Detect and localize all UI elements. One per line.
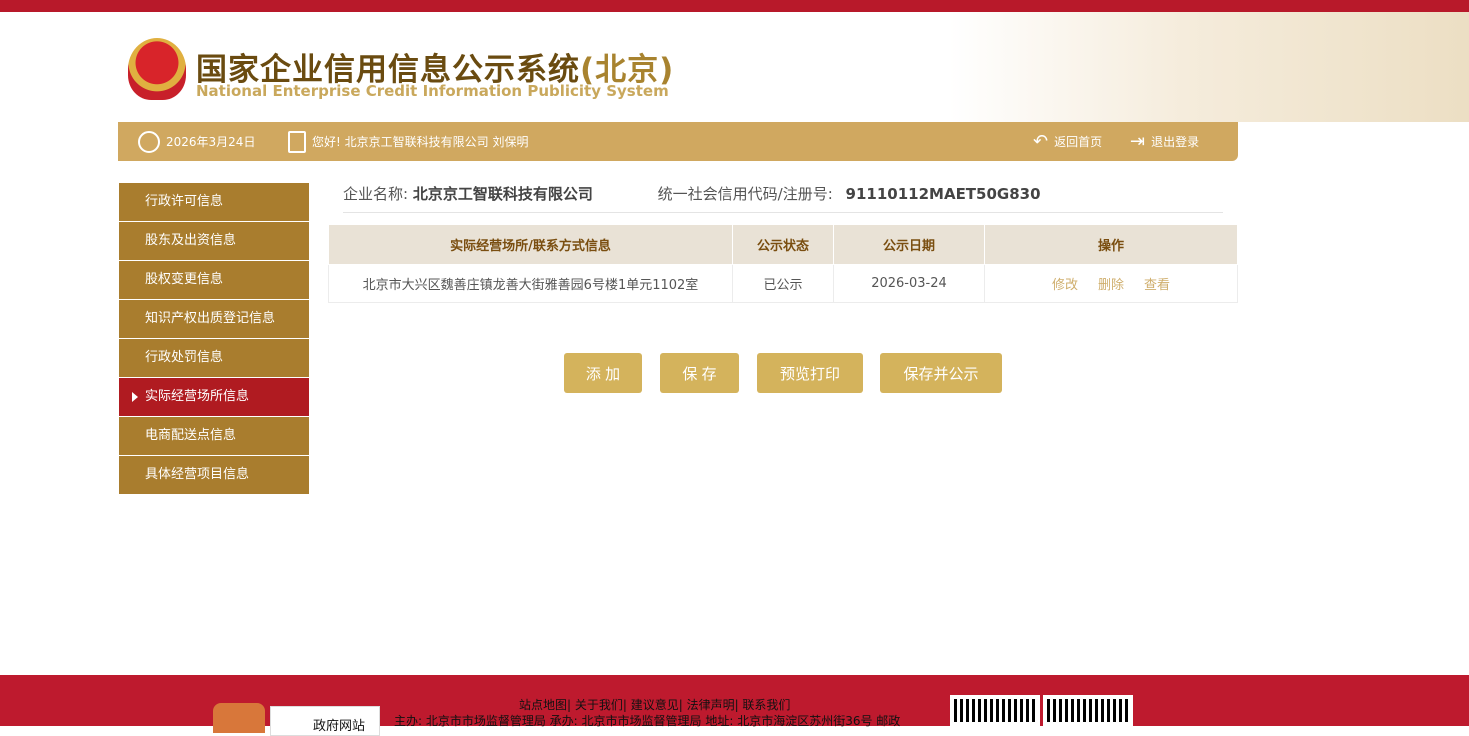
save-publish-button[interactable]: 保存并公示 — [880, 353, 1002, 393]
nav-bar: 2026年3月24日 您好! 北京京工智联科技有限公司 刘保明 ↶ 返回首页 ⇥ 退… — [118, 122, 1238, 161]
date-cell: 2026-03-24 — [833, 264, 985, 303]
company-name-label: 企业名称: — [343, 185, 409, 203]
sidebar-item-admin-license[interactable]: 行政许可信息 — [119, 183, 309, 221]
sidebar-item-penalty[interactable]: 行政处罚信息 — [119, 339, 309, 377]
col-date: 公示日期 — [833, 224, 985, 265]
company-name: 北京京工智联科技有限公司 — [412, 185, 593, 203]
col-status: 公示状态 — [732, 224, 834, 265]
top-bar — [0, 0, 1469, 12]
footer-org-info: 主办: 北京市市场监督管理局 承办: 北京市市场监督管理局 地址: 北京市海淀区… — [394, 714, 901, 728]
footer: 政府网站 站点地图| 关于我们| 建议意见| 法律声明| 联系我们 主办: 北京… — [0, 675, 1469, 736]
add-button[interactable]: 添 加 — [564, 353, 642, 393]
logout-link[interactable]: ⇥ 退出登录 — [1130, 122, 1199, 161]
home-label: 返回首页 — [1054, 135, 1103, 149]
date-display: 2026年3月24日 — [138, 122, 255, 161]
qr-code-1 — [950, 695, 1040, 726]
address-cell: 北京市大兴区魏善庄镇龙善大街雅善园6号楼1单元1102室 — [328, 264, 733, 303]
site-title-en: National Enterprise Credit Information P… — [196, 82, 669, 100]
date-text: 2026年3月24日 — [166, 135, 256, 149]
sidebar-item-business-items[interactable]: 具体经营项目信息 — [119, 456, 309, 494]
logout-label: 退出登录 — [1151, 135, 1200, 149]
view-link[interactable]: 查看 — [1144, 278, 1170, 293]
col-actions: 操作 — [984, 224, 1238, 265]
premises-table: 实际经营场所/联系方式信息 公示状态 公示日期 操作 北京市大兴区魏善庄镇龙善大… — [328, 224, 1238, 303]
header-background — [949, 12, 1469, 122]
footer-links[interactable]: 站点地图| 关于我们| 建议意见| 法律声明| 联系我们 — [519, 696, 790, 713]
gov-website-badge[interactable]: 政府网站 — [270, 706, 380, 736]
home-link[interactable]: ↶ 返回首页 — [1033, 122, 1102, 161]
greeting-text: 您好! 北京京工智联科技有限公司 刘保明 — [312, 135, 529, 149]
sidebar-item-shareholders[interactable]: 股东及出资信息 — [119, 222, 309, 260]
national-emblem-logo — [128, 38, 186, 100]
gov-website-label: 政府网站 — [313, 719, 366, 734]
user-greeting: 您好! 北京京工智联科技有限公司 刘保明 — [288, 122, 528, 161]
logout-icon: ⇥ — [1130, 131, 1146, 152]
sidebar-item-ip-pledge[interactable]: 知识产权出质登记信息 — [119, 300, 309, 338]
col-address: 实际经营场所/联系方式信息 — [328, 224, 733, 265]
credit-code: 91110112MAET50G830 — [845, 185, 1041, 203]
edit-link[interactable]: 修改 — [1052, 278, 1078, 293]
table-row: 北京市大兴区魏善庄镇龙善大街雅善园6号楼1单元1102室 已公示 2026-03… — [328, 264, 1238, 303]
delete-link[interactable]: 删除 — [1098, 278, 1124, 293]
sidebar-item-ecommerce-delivery[interactable]: 电商配送点信息 — [119, 417, 309, 455]
table-header: 实际经营场所/联系方式信息 公示状态 公示日期 操作 — [328, 224, 1238, 265]
footer-logo — [213, 703, 265, 733]
back-arrow-icon: ↶ — [1033, 131, 1049, 152]
credit-code-label: 统一社会信用代码/注册号: — [657, 185, 833, 203]
actions-cell: 修改 删除 查看 — [984, 264, 1238, 303]
qr-code-2 — [1043, 695, 1133, 726]
company-info: 企业名称: 北京京工智联科技有限公司 统一社会信用代码/注册号: 9111011… — [343, 183, 1223, 213]
save-button[interactable]: 保 存 — [660, 353, 739, 393]
sidebar-item-equity-change[interactable]: 股权变更信息 — [119, 261, 309, 299]
sidebar-item-business-premises[interactable]: 实际经营场所信息 — [119, 378, 309, 416]
user-icon — [288, 130, 306, 153]
clock-icon — [138, 130, 160, 153]
sidebar: 行政许可信息 股东及出资信息 股权变更信息 知识产权出质登记信息 行政处罚信息 … — [119, 183, 309, 495]
preview-print-button[interactable]: 预览打印 — [757, 353, 863, 393]
status-cell: 已公示 — [732, 264, 834, 303]
